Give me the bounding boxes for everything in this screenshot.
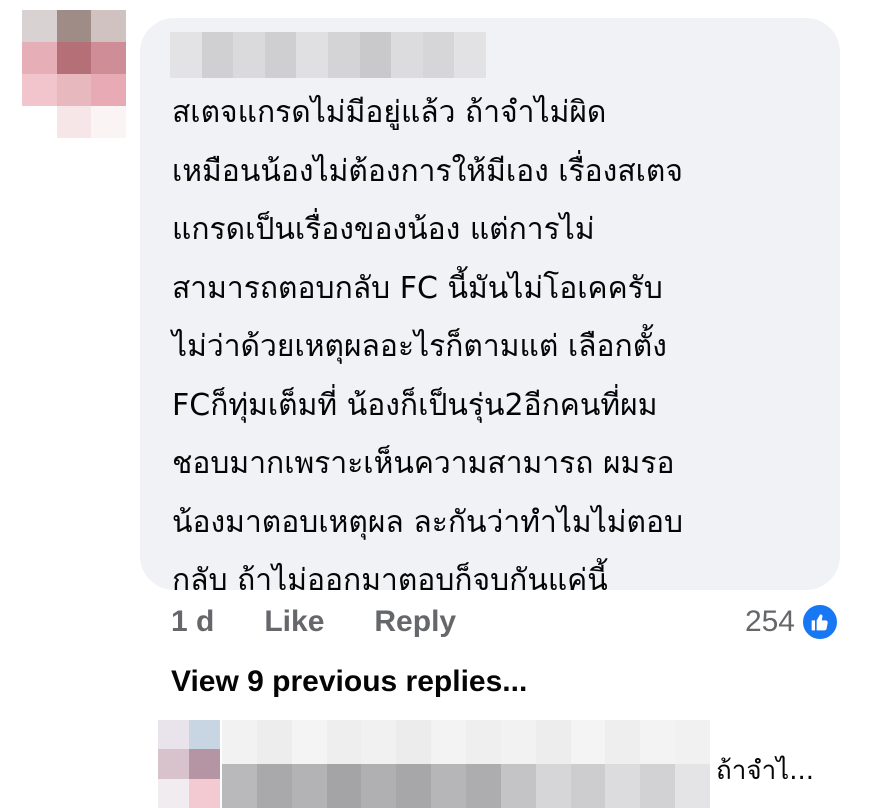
comment-text: สเตจแกรดไม่มีอยู่แล้ว ถ้าจำไม่ผิด เหมือน… — [172, 84, 822, 611]
comment-line: ชอบมากเพราะเห็นความสามารถ ผมรอ — [172, 446, 675, 481]
comment-line: กลับ ถ้าไม่ออกมาตอบก็จบกันแค่นี้ — [172, 563, 608, 598]
reaction-summary[interactable]: 254 — [745, 603, 839, 641]
comment-line: แกรดเป็นเรื่องของน้อง แต่การไม่ — [172, 212, 595, 247]
reply-button[interactable]: Reply — [374, 605, 456, 639]
comment-timestamp[interactable]: 1 d — [171, 605, 214, 639]
comment-line: เหมือนน้องไม่ต้องการให้มีเอง เรื่องสเตจ — [172, 153, 683, 189]
comment-line: น้องมาตอบเหตุผล ละกันว่าทำไมไม่ตอบ — [172, 504, 684, 540]
commenter-avatar[interactable] — [22, 10, 126, 138]
comment-line: สามารถตอบกลับ FC นี้มันไม่โอเคครับ — [172, 270, 663, 306]
commenter-name-blurred[interactable] — [170, 32, 486, 78]
comment-line: ไม่ว่าด้วยเหตุผลอะไรก็ตามแต่ เลือกตั้ง — [172, 329, 667, 364]
reply-avatar[interactable] — [158, 720, 220, 808]
like-button[interactable]: Like — [264, 605, 324, 639]
reaction-count: 254 — [744, 605, 795, 638]
view-previous-replies-link[interactable]: View 9 previous replies... — [171, 665, 527, 699]
comment-bubble: สเตจแกรดไม่มีอยู่แล้ว ถ้าจำไม่ผิด เหมือน… — [140, 18, 840, 598]
reply-content-blurred[interactable] — [222, 720, 710, 808]
comment-line: FCก็ทุ่มเต็มที่ น้องก็เป็นรุ่น2อีกคนที่ผ… — [172, 387, 658, 423]
thumbs-up-icon — [801, 603, 839, 641]
comment-actions: 1 d Like Reply — [171, 605, 456, 639]
comment-line: สเตจแกรดไม่มีอยู่แล้ว ถ้าจำไม่ผิด — [172, 95, 607, 130]
reply-preview-text: ถ้าจำไ... — [716, 756, 815, 786]
